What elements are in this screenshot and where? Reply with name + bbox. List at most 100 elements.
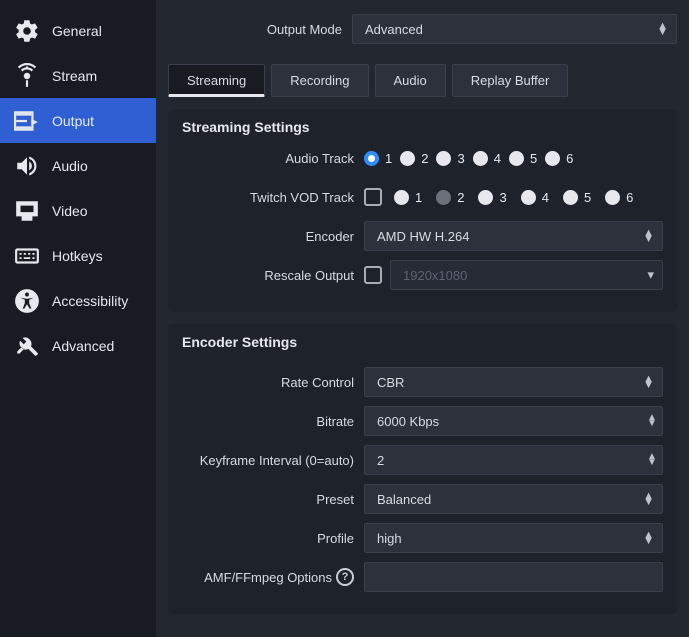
streaming-settings-panel: Streaming Settings Audio Track 1 2 3 4 5… [168, 109, 677, 312]
encoder-select[interactable]: AMD HW H.264 ▲▼ [364, 221, 663, 251]
tab-replay-buffer[interactable]: Replay Buffer [452, 64, 569, 97]
audio-track-group: 1 2 3 4 5 6 [364, 151, 663, 166]
output-mode-label: Output Mode [168, 22, 352, 37]
updown-icon: ▲▼ [643, 532, 654, 544]
sidebar-item-stream[interactable]: Stream [0, 53, 156, 98]
keyframe-label: Keyframe Interval (0=auto) [182, 453, 364, 468]
twitch-vod-3[interactable]: 3 [478, 190, 506, 205]
rate-control-select[interactable]: CBR ▲▼ [364, 367, 663, 397]
tab-audio[interactable]: Audio [375, 64, 446, 97]
twitch-vod-2[interactable]: 2 [436, 190, 464, 205]
updown-icon: ▲▼ [657, 23, 668, 35]
streaming-settings-title: Streaming Settings [182, 119, 663, 135]
audio-track-4[interactable]: 4 [473, 151, 501, 166]
updown-icon: ▲▼ [643, 230, 654, 242]
encoder-row: Encoder AMD HW H.264 ▲▼ [182, 220, 663, 252]
sidebar-item-label: Output [52, 113, 94, 129]
twitch-vod-5[interactable]: 5 [563, 190, 591, 205]
twitch-vod-checkbox[interactable] [364, 188, 382, 206]
preset-value: Balanced [377, 492, 431, 507]
amf-row: AMF/FFmpeg Options ? [182, 561, 663, 593]
twitch-vod-group: 1 2 3 4 5 6 [394, 190, 633, 205]
monitor-icon [12, 196, 42, 226]
encoder-settings-panel: Encoder Settings Rate Control CBR ▲▼ Bit… [168, 324, 677, 614]
updown-icon: ▲▼ [643, 493, 654, 505]
bitrate-spinbox[interactable]: 6000 Kbps ▲▼ [364, 406, 663, 436]
tools-icon [12, 331, 42, 361]
audio-track-1[interactable]: 1 [364, 151, 392, 166]
sidebar-item-hotkeys[interactable]: Hotkeys [0, 233, 156, 278]
tab-streaming[interactable]: Streaming [168, 64, 265, 97]
rescale-checkbox[interactable] [364, 266, 382, 284]
sidebar-item-label: Stream [52, 68, 97, 84]
encoder-value: AMD HW H.264 [377, 229, 469, 244]
rate-control-value: CBR [377, 375, 404, 390]
chevron-down-icon: ▾ [647, 267, 654, 283]
rescale-select: 1920x1080 ▾ [390, 260, 663, 290]
preset-label: Preset [182, 492, 364, 507]
audio-track-6[interactable]: 6 [545, 151, 573, 166]
audio-track-3[interactable]: 3 [436, 151, 464, 166]
speaker-icon [12, 151, 42, 181]
encoder-label: Encoder [182, 229, 364, 244]
twitch-vod-6[interactable]: 6 [605, 190, 633, 205]
rate-control-row: Rate Control CBR ▲▼ [182, 366, 663, 398]
amf-input[interactable] [364, 562, 663, 592]
sidebar-item-label: Video [52, 203, 88, 219]
output-mode-select[interactable]: Advanced ▲▼ [352, 14, 677, 44]
rescale-value: 1920x1080 [403, 268, 467, 283]
spin-buttons-icon[interactable]: ▲▼ [642, 452, 662, 468]
sidebar: General Stream Output Audio Video Hotkey… [0, 0, 156, 637]
output-tabs: Streaming Recording Audio Replay Buffer [168, 64, 677, 97]
audio-track-label: Audio Track [182, 151, 364, 166]
sidebar-item-general[interactable]: General [0, 8, 156, 53]
bitrate-label: Bitrate [182, 414, 364, 429]
rescale-label: Rescale Output [182, 268, 364, 283]
sidebar-item-advanced[interactable]: Advanced [0, 323, 156, 368]
broadcast-icon [12, 61, 42, 91]
accessibility-icon [12, 286, 42, 316]
twitch-vod-1[interactable]: 1 [394, 190, 422, 205]
updown-icon: ▲▼ [643, 376, 654, 388]
keyframe-row: Keyframe Interval (0=auto) 2 ▲▼ [182, 444, 663, 476]
bitrate-row: Bitrate 6000 Kbps ▲▼ [182, 405, 663, 437]
spin-buttons-icon[interactable]: ▲▼ [642, 413, 662, 429]
sidebar-item-label: Advanced [52, 338, 114, 354]
gear-icon [12, 16, 42, 46]
rescale-row: Rescale Output 1920x1080 ▾ [182, 259, 663, 291]
profile-select[interactable]: high ▲▼ [364, 523, 663, 553]
encoder-settings-title: Encoder Settings [182, 334, 663, 350]
profile-label: Profile [182, 531, 364, 546]
sidebar-item-audio[interactable]: Audio [0, 143, 156, 188]
amf-label: AMF/FFmpeg Options [204, 570, 332, 585]
tab-recording[interactable]: Recording [271, 64, 368, 97]
sidebar-item-label: Audio [52, 158, 88, 174]
keyframe-value: 2 [377, 453, 384, 468]
preset-select[interactable]: Balanced ▲▼ [364, 484, 663, 514]
rate-control-label: Rate Control [182, 375, 364, 390]
keyboard-icon [12, 241, 42, 271]
bitrate-value: 6000 Kbps [377, 414, 439, 429]
output-mode-row: Output Mode Advanced ▲▼ [168, 14, 677, 44]
sidebar-item-label: Hotkeys [52, 248, 103, 264]
profile-value: high [377, 531, 402, 546]
main-content: Output Mode Advanced ▲▼ Streaming Record… [156, 0, 689, 637]
preset-row: Preset Balanced ▲▼ [182, 483, 663, 515]
help-icon[interactable]: ? [336, 568, 354, 586]
sidebar-item-accessibility[interactable]: Accessibility [0, 278, 156, 323]
audio-track-2[interactable]: 2 [400, 151, 428, 166]
audio-track-row: Audio Track 1 2 3 4 5 6 [182, 142, 663, 174]
output-icon [12, 106, 42, 136]
twitch-vod-control: 1 2 3 4 5 6 [364, 188, 663, 206]
profile-row: Profile high ▲▼ [182, 522, 663, 554]
amf-label-wrap: AMF/FFmpeg Options ? [182, 568, 364, 586]
audio-track-5[interactable]: 5 [509, 151, 537, 166]
sidebar-item-video[interactable]: Video [0, 188, 156, 233]
keyframe-spinbox[interactable]: 2 ▲▼ [364, 445, 663, 475]
twitch-vod-row: Twitch VOD Track 1 2 3 4 5 6 [182, 181, 663, 213]
twitch-vod-4[interactable]: 4 [521, 190, 549, 205]
twitch-vod-label: Twitch VOD Track [182, 190, 364, 205]
sidebar-item-label: General [52, 23, 102, 39]
sidebar-item-output[interactable]: Output [0, 98, 156, 143]
output-mode-value: Advanced [365, 22, 423, 37]
